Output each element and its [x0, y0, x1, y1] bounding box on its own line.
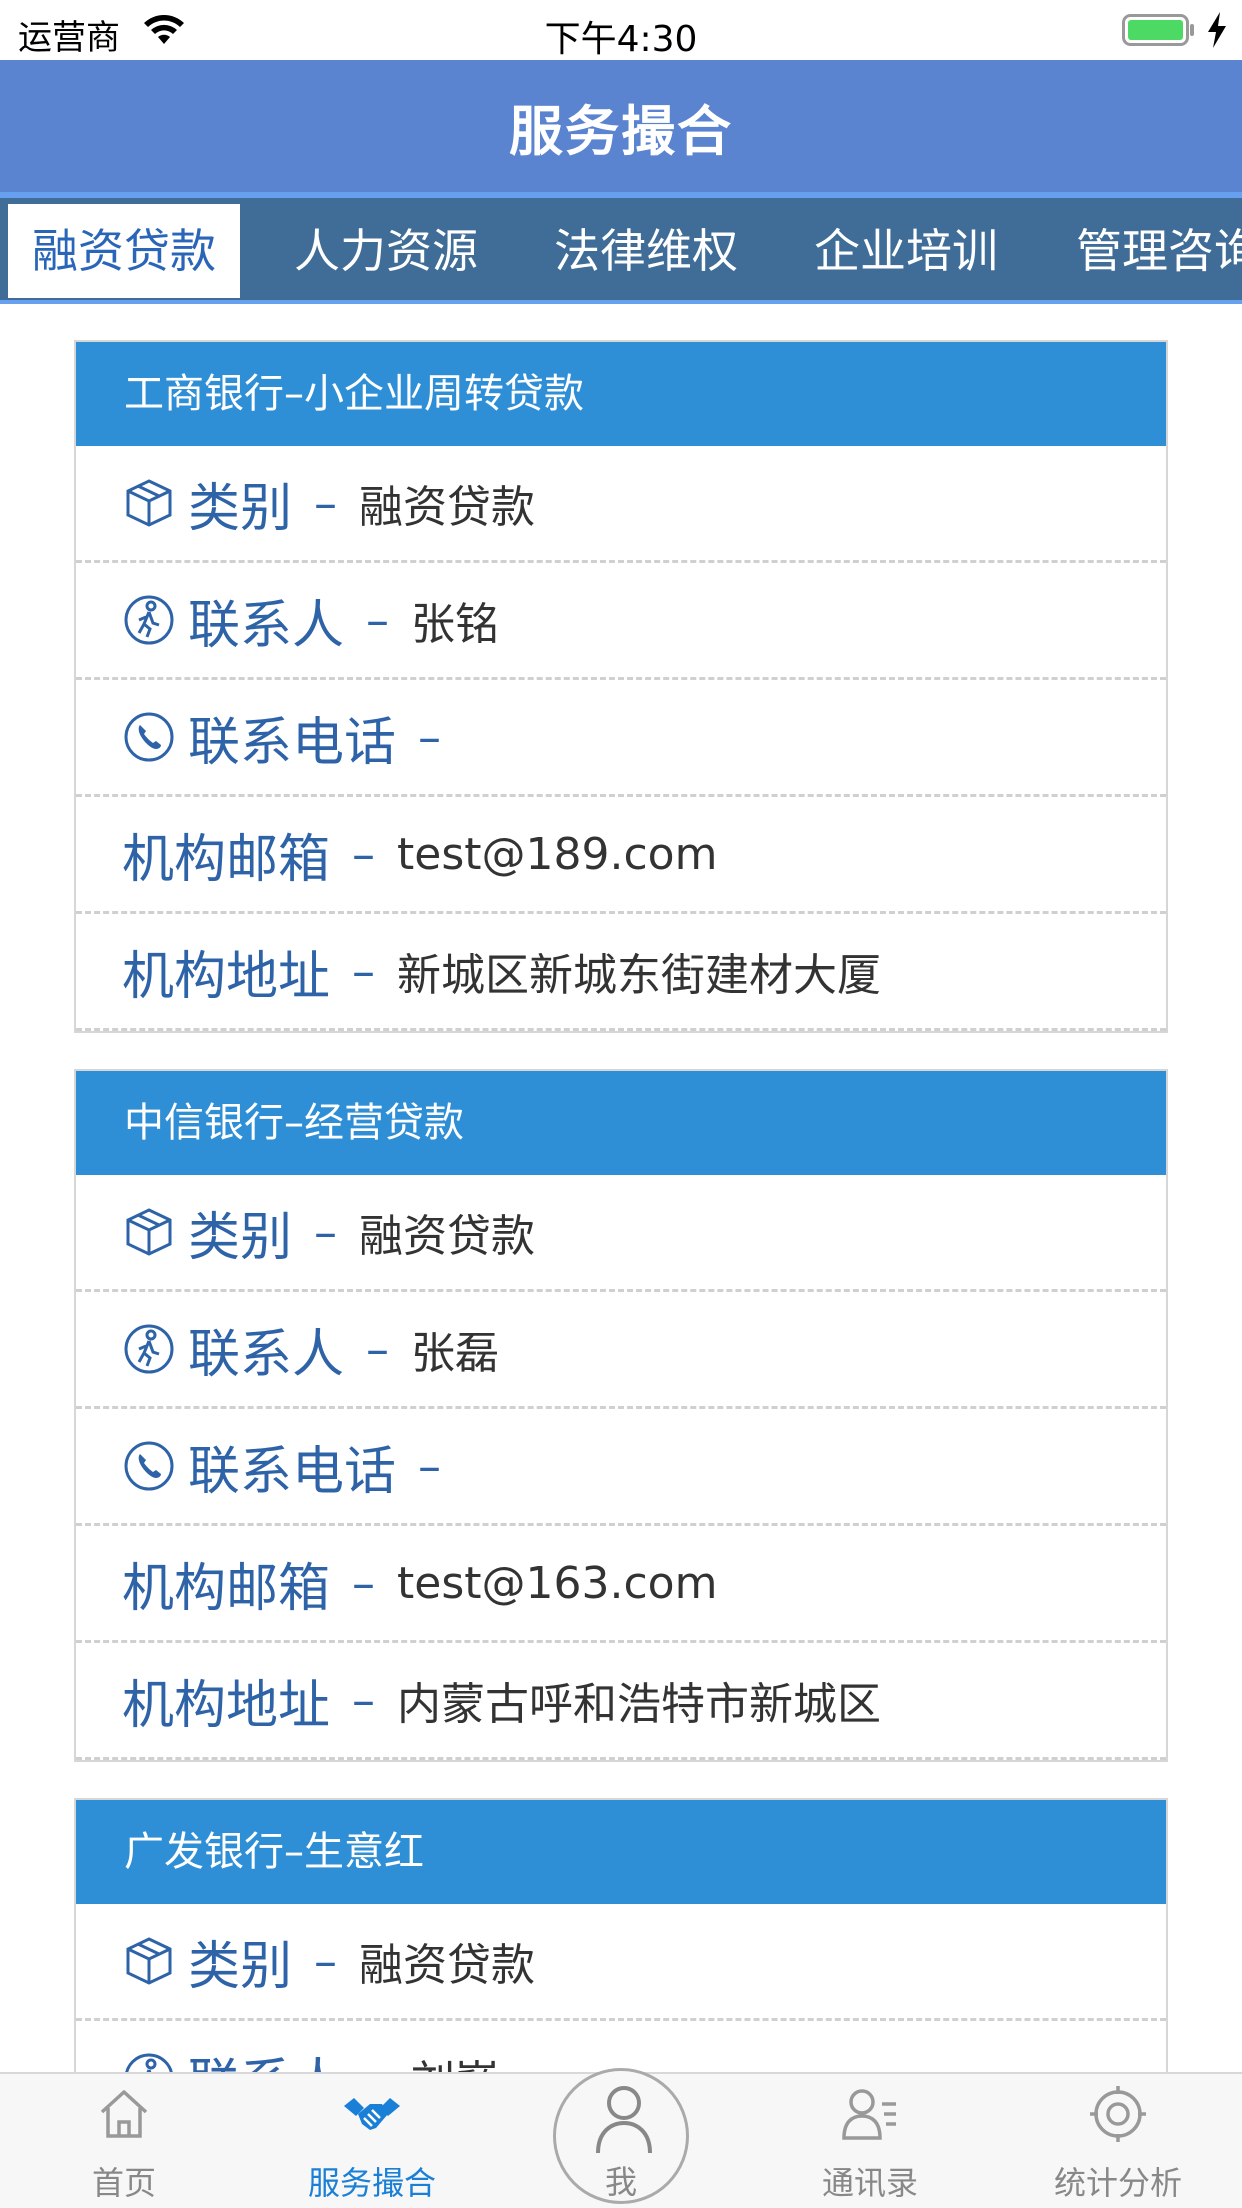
person-walking-icon [125, 2053, 173, 2072]
separator: – [366, 1322, 390, 1376]
service-card[interactable]: 工商银行–小企业周转贷款 类别 – 融资贷款 联系人 – 张铭 联系电话 – 机… [74, 340, 1168, 1033]
contact-row: 联系人 – 张磊 [76, 1292, 1166, 1409]
separator: – [314, 1934, 338, 1988]
separator: – [418, 1439, 442, 1493]
phone-icon [124, 712, 174, 762]
tabbar-stats[interactable]: 统计分析 [1018, 2074, 1218, 2208]
page-title: 服务撮合 [509, 99, 733, 163]
tabbar-me-label: 我 [604, 2163, 637, 2201]
contacts-icon [842, 2089, 896, 2140]
address-label: 机构地址 [122, 946, 331, 1007]
battery-icon [1122, 14, 1194, 46]
charging-bolt-icon [1208, 12, 1226, 48]
tab-training[interactable]: 企业培训 [814, 204, 998, 298]
phone-icon [124, 1441, 174, 1491]
status-time: 下午4:30 [544, 19, 698, 60]
contact-value: 张铭 [411, 599, 500, 650]
tabbar-contacts-label: 通讯录 [821, 2164, 918, 2202]
category-value: 融资贷款 [359, 1940, 536, 1991]
category-label: 类别 [188, 1207, 293, 1268]
tabbar-me[interactable]: 我 [553, 2068, 689, 2204]
phone-label: 联系电话 [188, 1441, 397, 1502]
email-label: 机构邮箱 [122, 1558, 331, 1619]
contact-row: 联系人 – 张铭 [76, 563, 1166, 680]
service-card[interactable]: 中信银行–经营贷款 类别 – 融资贷款 联系人 – 张磊 联系电话 – 机构邮箱… [74, 1069, 1168, 1762]
phone-label: 联系电话 [188, 712, 397, 773]
user-icon [596, 2086, 652, 2154]
status-bar: 运营商 下午4:30 [0, 0, 1242, 60]
tabbar-stats-label: 统计分析 [1053, 2164, 1182, 2202]
address-row: 机构地址 – 内蒙古呼和浩特市新城区 [76, 1643, 1166, 1760]
target-icon [1090, 2086, 1146, 2142]
separator: – [352, 944, 376, 998]
app-screen: 运营商 下午4:30 服务撮合 融资贷款 人力资源 法律维权 企业培训 管理咨询… [0, 0, 1242, 2208]
tabbar-contacts[interactable]: 通讯录 [770, 2074, 970, 2208]
nav-bar: 服务撮合 [0, 60, 1242, 192]
email-row: 机构邮箱 – test@163.com [76, 1526, 1166, 1643]
phone-row[interactable]: 联系电话 – [76, 680, 1166, 797]
tabbar-service-label: 服务撮合 [307, 2164, 436, 2202]
card-title: 中信银行–经营贷款 [76, 1071, 1166, 1175]
category-tabs: 融资贷款 人力资源 法律维权 企业培训 管理咨询 [0, 192, 1242, 304]
contact-value: 张磊 [411, 1328, 500, 1379]
card-title: 广发银行–生意红 [76, 1800, 1166, 1904]
email-row: 机构邮箱 – test@189.com [76, 797, 1166, 914]
person-walking-icon [124, 1324, 174, 1374]
separator: – [352, 1673, 376, 1727]
tabbar-home-label: 首页 [91, 2164, 156, 2202]
contact-value: 刘巍 [411, 2046, 499, 2072]
person-walking-icon [124, 595, 174, 645]
box-icon [126, 479, 172, 527]
box-icon [126, 1208, 172, 1256]
separator: – [314, 476, 338, 530]
category-label: 类别 [188, 478, 293, 539]
separator: – [366, 2051, 389, 2072]
category-value: 融资贷款 [359, 482, 536, 533]
separator: – [314, 1205, 338, 1259]
contact-label: 联系人 [188, 595, 345, 656]
box-icon [126, 1937, 172, 1985]
phone-row[interactable]: 联系电话 – [76, 1409, 1166, 1526]
email-value: test@189.com [397, 828, 718, 880]
service-list: 工商银行–小企业周转贷款 类别 – 融资贷款 联系人 – 张铭 联系电话 – 机… [0, 304, 1242, 2072]
tab-human-resources[interactable]: 人力资源 [294, 204, 478, 298]
address-value: 内蒙古呼和浩特市新城区 [397, 1679, 882, 1730]
address-row: 机构地址 – 新城区新城东街建材大厦 [76, 914, 1166, 1031]
tabbar-service[interactable]: 服务撮合 [272, 2074, 472, 2208]
tab-consulting[interactable]: 管理咨询 [1076, 204, 1242, 298]
tabbar-home[interactable]: 首页 [24, 2074, 224, 2208]
contact-row: 联系人 – 刘巍 [76, 2021, 1166, 2072]
tab-financing[interactable]: 融资贷款 [8, 204, 240, 298]
separator: – [352, 1556, 376, 1610]
bottom-tab-bar: 首页 服务撮合 我 通讯录 统计分析 [0, 2068, 1242, 2208]
category-value: 融资贷款 [359, 1211, 536, 1262]
category-row: 类别 – 融资贷款 [76, 446, 1166, 563]
tab-legal[interactable]: 法律维权 [554, 204, 738, 298]
separator: – [352, 827, 376, 881]
email-label: 机构邮箱 [122, 829, 331, 890]
contact-label: 联系人 [188, 1324, 345, 1385]
address-label: 机构地址 [122, 1675, 331, 1736]
handshake-icon [344, 2098, 400, 2130]
home-icon [100, 2090, 148, 2138]
email-value: test@163.com [397, 1557, 718, 1609]
category-row: 类别 – 融资贷款 [76, 1904, 1166, 2021]
card-title: 工商银行–小企业周转贷款 [76, 342, 1166, 446]
address-value: 新城区新城东街建材大厦 [397, 950, 882, 1001]
service-card[interactable]: 广发银行–生意红 类别 – 融资贷款 联系人 – 刘巍 [74, 1798, 1168, 2072]
separator: – [366, 593, 390, 647]
contact-label: 联系人 [188, 2041, 344, 2073]
category-label: 类别 [188, 1936, 293, 1997]
separator: – [418, 710, 442, 764]
category-row: 类别 – 融资贷款 [76, 1175, 1166, 1292]
